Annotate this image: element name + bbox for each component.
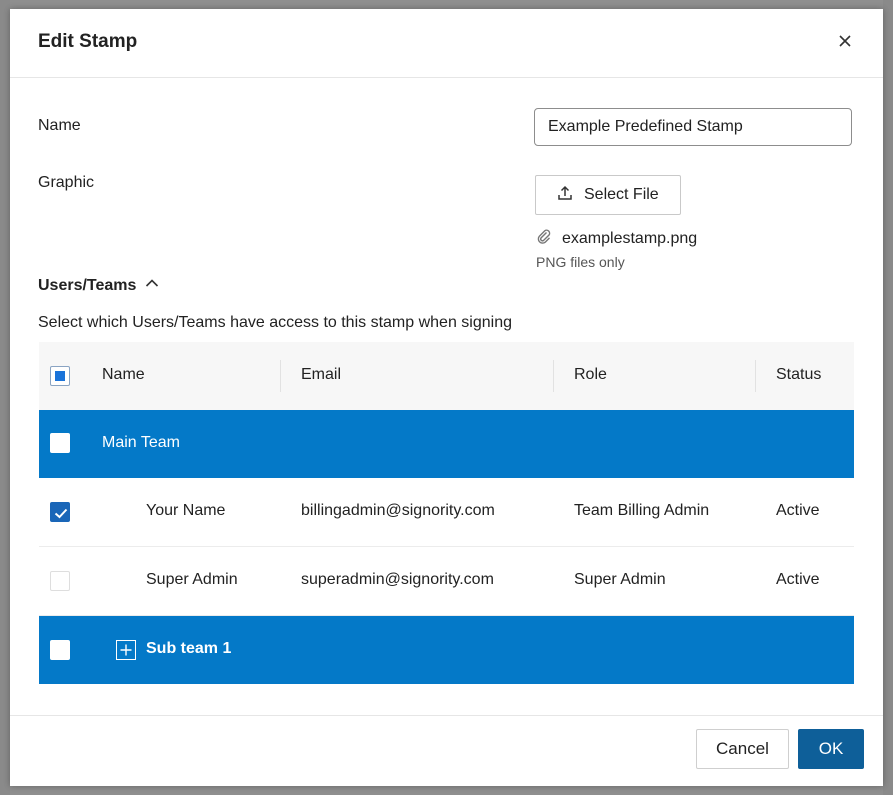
attached-file: examplestamp.png xyxy=(536,228,697,249)
user-role: Super Admin xyxy=(574,571,666,588)
table-header: Name Email Role Status xyxy=(39,342,854,410)
column-divider xyxy=(755,360,756,392)
edit-stamp-dialog: Edit Stamp Name Graphic Select File exam… xyxy=(10,9,883,786)
users-teams-description: Select which Users/Teams have access to … xyxy=(38,314,512,331)
team-row-sub-team[interactable]: Sub team 1 xyxy=(39,616,854,684)
column-divider xyxy=(280,360,281,392)
table-row[interactable]: Your Name billingadmin@signority.com Tea… xyxy=(39,478,854,547)
user-name: Super Admin xyxy=(146,571,238,588)
dialog-header: Edit Stamp xyxy=(10,9,883,78)
users-teams-toggle[interactable]: Users/Teams xyxy=(38,275,160,296)
name-label: Name xyxy=(38,117,81,134)
row-checkbox[interactable] xyxy=(50,433,70,453)
dialog-footer: Cancel OK xyxy=(10,715,883,787)
select-all-checkbox[interactable] xyxy=(50,366,70,386)
backdrop-left xyxy=(0,0,10,795)
team-row-main-team[interactable]: Main Team xyxy=(39,410,854,478)
user-name: Your Name xyxy=(146,502,226,519)
cancel-button[interactable]: Cancel xyxy=(696,729,789,769)
team-name: Main Team xyxy=(102,434,180,451)
column-header-status: Status xyxy=(776,366,822,383)
expand-plus-icon[interactable] xyxy=(116,640,136,660)
user-status: Active xyxy=(776,502,820,519)
close-icon[interactable] xyxy=(833,29,857,53)
dialog-title: Edit Stamp xyxy=(38,31,138,52)
file-hint: PNG files only xyxy=(536,254,625,270)
backdrop-right xyxy=(883,0,893,795)
column-divider xyxy=(553,360,554,392)
user-role: Team Billing Admin xyxy=(574,502,710,519)
row-checkbox[interactable] xyxy=(50,502,70,522)
user-status: Active xyxy=(776,571,820,588)
users-teams-label: Users/Teams xyxy=(38,276,137,294)
user-email: superadmin@signority.com xyxy=(301,571,494,588)
row-checkbox[interactable] xyxy=(50,640,70,660)
column-header-email: Email xyxy=(301,366,342,383)
upload-icon xyxy=(556,184,574,207)
select-file-button[interactable]: Select File xyxy=(535,175,681,215)
user-email: billingadmin@signority.com xyxy=(301,502,495,519)
select-file-label: Select File xyxy=(584,186,659,203)
graphic-label: Graphic xyxy=(38,174,95,191)
ok-button[interactable]: OK xyxy=(798,729,864,769)
file-name: examplestamp.png xyxy=(562,229,698,247)
subteam-name: Sub team 1 xyxy=(146,640,232,657)
checkmark-icon xyxy=(54,508,68,519)
stamp-name-input[interactable] xyxy=(534,108,852,146)
column-header-name: Name xyxy=(102,366,145,383)
table-row[interactable]: Super Admin superadmin@signority.com Sup… xyxy=(39,547,854,616)
column-header-role: Role xyxy=(574,366,607,383)
paperclip-icon xyxy=(536,228,552,249)
users-teams-table: Name Email Role Status Main Team Your Na… xyxy=(39,342,854,684)
chevron-up-icon xyxy=(144,275,160,296)
row-checkbox[interactable] xyxy=(50,571,70,591)
